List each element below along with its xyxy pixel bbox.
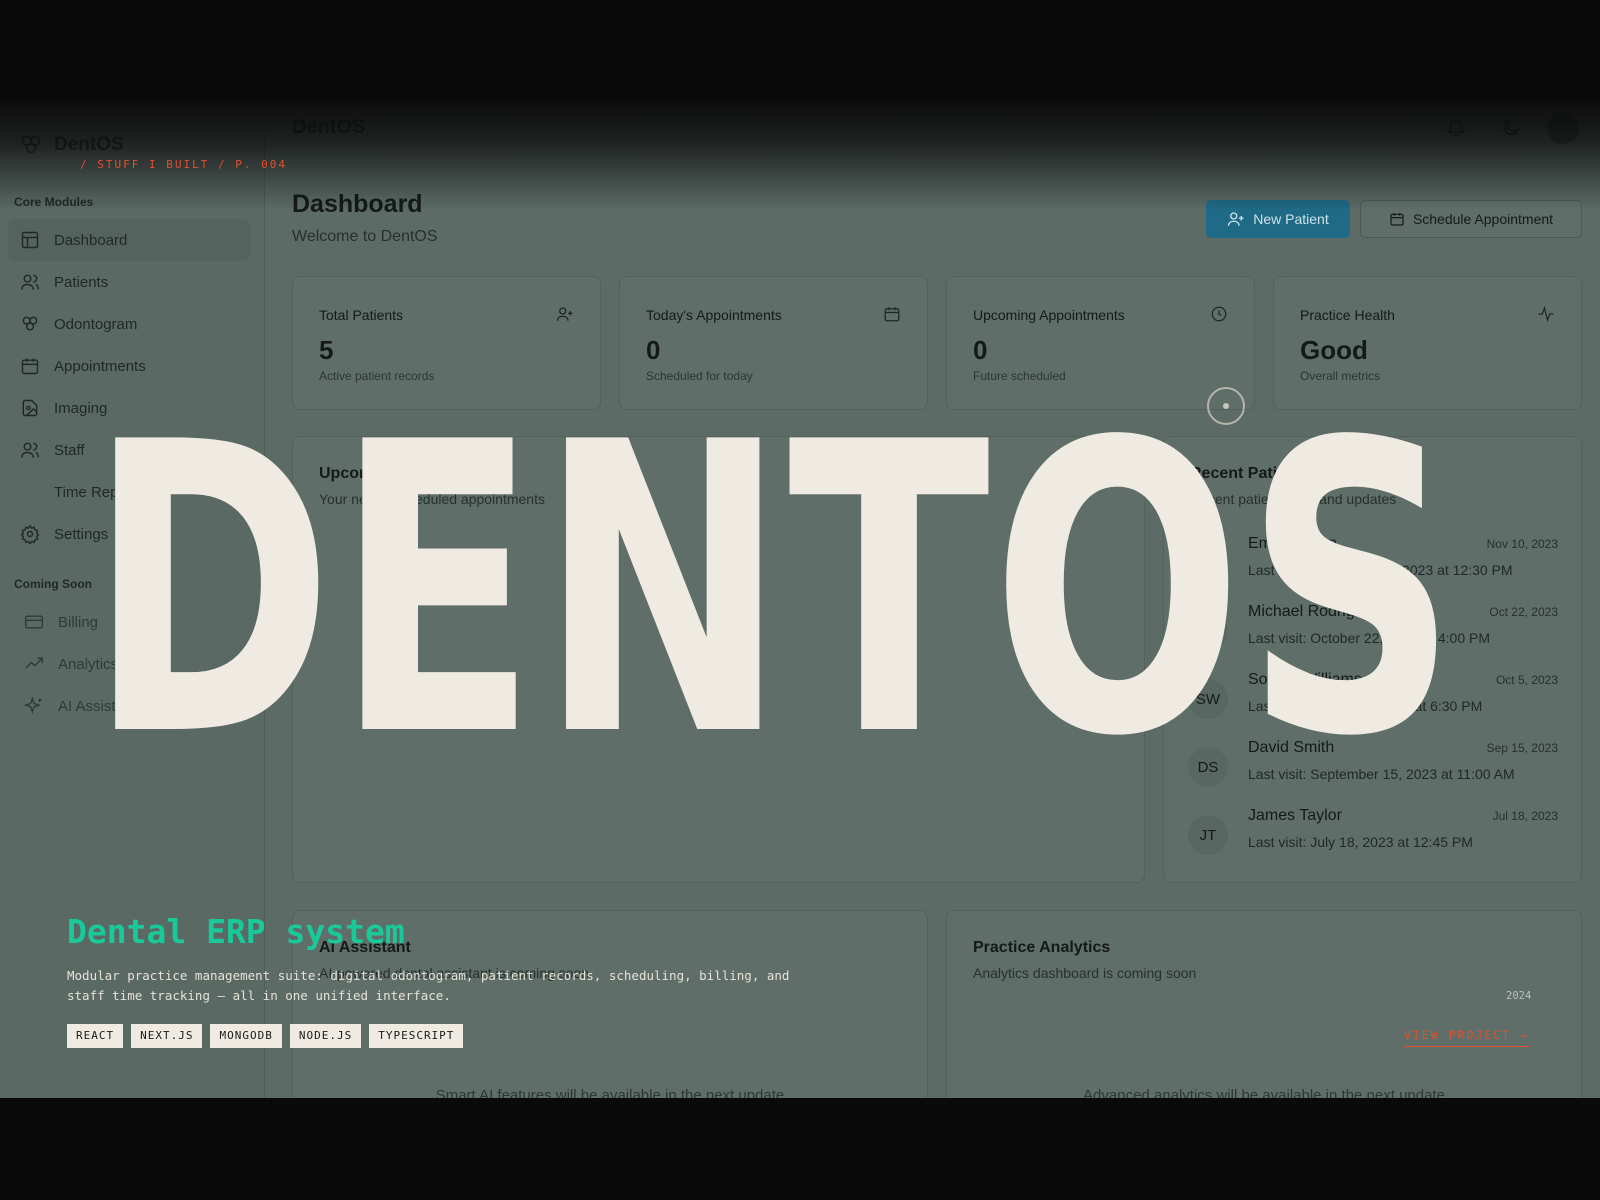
calendar-icon — [21, 358, 39, 375]
calendar-icon — [884, 307, 900, 322]
calendar-icon — [1390, 213, 1404, 226]
tech-tag: TYPESCRIPT — [369, 1024, 464, 1048]
tech-tag: MONGODB — [210, 1024, 282, 1048]
core-modules-label: Core Modules — [14, 195, 94, 209]
image-file-icon — [22, 399, 38, 417]
card-icon — [24, 615, 44, 629]
gear-icon — [20, 524, 40, 544]
sparkle-icon — [24, 696, 42, 715]
users-icon — [20, 442, 40, 458]
visit-date: Oct 22, 2023 — [1489, 605, 1558, 619]
bell-icon[interactable] — [1445, 116, 1467, 138]
moon-icon[interactable] — [1500, 116, 1522, 138]
visit-date: Sep 15, 2023 — [1486, 741, 1558, 755]
section-tag: / STUFF I BUILT / P. 004 — [80, 158, 287, 171]
page-title: Dashboard — [292, 190, 423, 218]
tooth-icon — [22, 316, 38, 331]
sidebar-item-label: Patients — [54, 273, 109, 291]
app-header-title: DentOS — [292, 116, 366, 138]
activity-icon — [1538, 305, 1554, 323]
visit-date: Jul 18, 2023 — [1492, 809, 1558, 823]
user-plus-icon — [556, 307, 573, 321]
coming-soon-label: Coming Soon — [14, 577, 92, 591]
practice-analytics-card: Practice Analytics Analytics dashboard i… — [946, 910, 1582, 1098]
project-year: 2024 — [1506, 990, 1532, 1002]
last-visit: Last visit: July 18, 2023 at 12:45 PM — [1248, 834, 1473, 850]
sidebar-item-dashboard[interactable]: Dashboard — [8, 219, 250, 261]
user-avatar[interactable] — [1547, 112, 1579, 144]
schedule-appointment-label: Schedule Appointment — [1412, 211, 1554, 227]
new-patient-label: New Patient — [1253, 211, 1329, 227]
brand-name: DentOS — [54, 134, 124, 155]
user-plus-icon — [1228, 212, 1244, 226]
card-subtitle: Analytics dashboard is coming soon — [973, 965, 1197, 981]
stat-title: Today's Appointments — [646, 307, 782, 323]
portfolio-slide: DentOS Core Modules Dashboard Patients O… — [0, 0, 1600, 1200]
stat-title: Total Patients — [319, 307, 404, 323]
page-subtitle: Welcome to DentOS — [292, 228, 438, 245]
users-icon — [20, 274, 40, 290]
sidebar-item-label: Odontogram — [54, 315, 138, 333]
tooth-logo-icon — [21, 135, 41, 154]
visit-date: Nov 10, 2023 — [1486, 537, 1558, 551]
clock-icon — [1211, 306, 1227, 322]
stat-title: Practice Health — [1300, 307, 1395, 323]
brand[interactable]: DentOS — [18, 132, 124, 158]
project-description: Modular practice management suite: digit… — [67, 968, 790, 1003]
sidebar-item-odontogram[interactable]: Odontogram — [8, 303, 250, 345]
schedule-appointment-button[interactable]: Schedule Appointment — [1360, 200, 1582, 238]
coming-soon-text: Smart AI features will be available in t… — [435, 1087, 785, 1098]
visit-date: Oct 5, 2023 — [1495, 673, 1558, 687]
layout-icon — [21, 231, 39, 249]
sidebar-item-label: Dashboard — [54, 231, 128, 249]
tech-tag: NEXT.JS — [131, 1024, 203, 1048]
tech-tag: NODE.JS — [289, 1024, 362, 1048]
view-project-link[interactable]: VIEW PROJECT → — [1404, 1028, 1529, 1047]
project-title: DENTOS — [88, 359, 1460, 824]
tech-tags: REACT NEXT.JS MONGODB NODE.JS TYPESCRIPT — [67, 1024, 464, 1048]
sidebar-item-patients[interactable]: Patients — [8, 261, 250, 303]
sidebar-item-label: Staff — [54, 441, 85, 459]
new-patient-button[interactable]: New Patient — [1206, 200, 1350, 238]
card-title: Practice Analytics — [973, 939, 1111, 956]
project-subtitle: Dental ERP system — [67, 912, 405, 951]
trend-icon — [25, 657, 44, 669]
stat-title: Upcoming Appointments — [973, 307, 1125, 323]
coming-soon-text: Advanced analytics will be available in … — [1083, 1087, 1445, 1098]
tech-tag: REACT — [67, 1024, 124, 1048]
